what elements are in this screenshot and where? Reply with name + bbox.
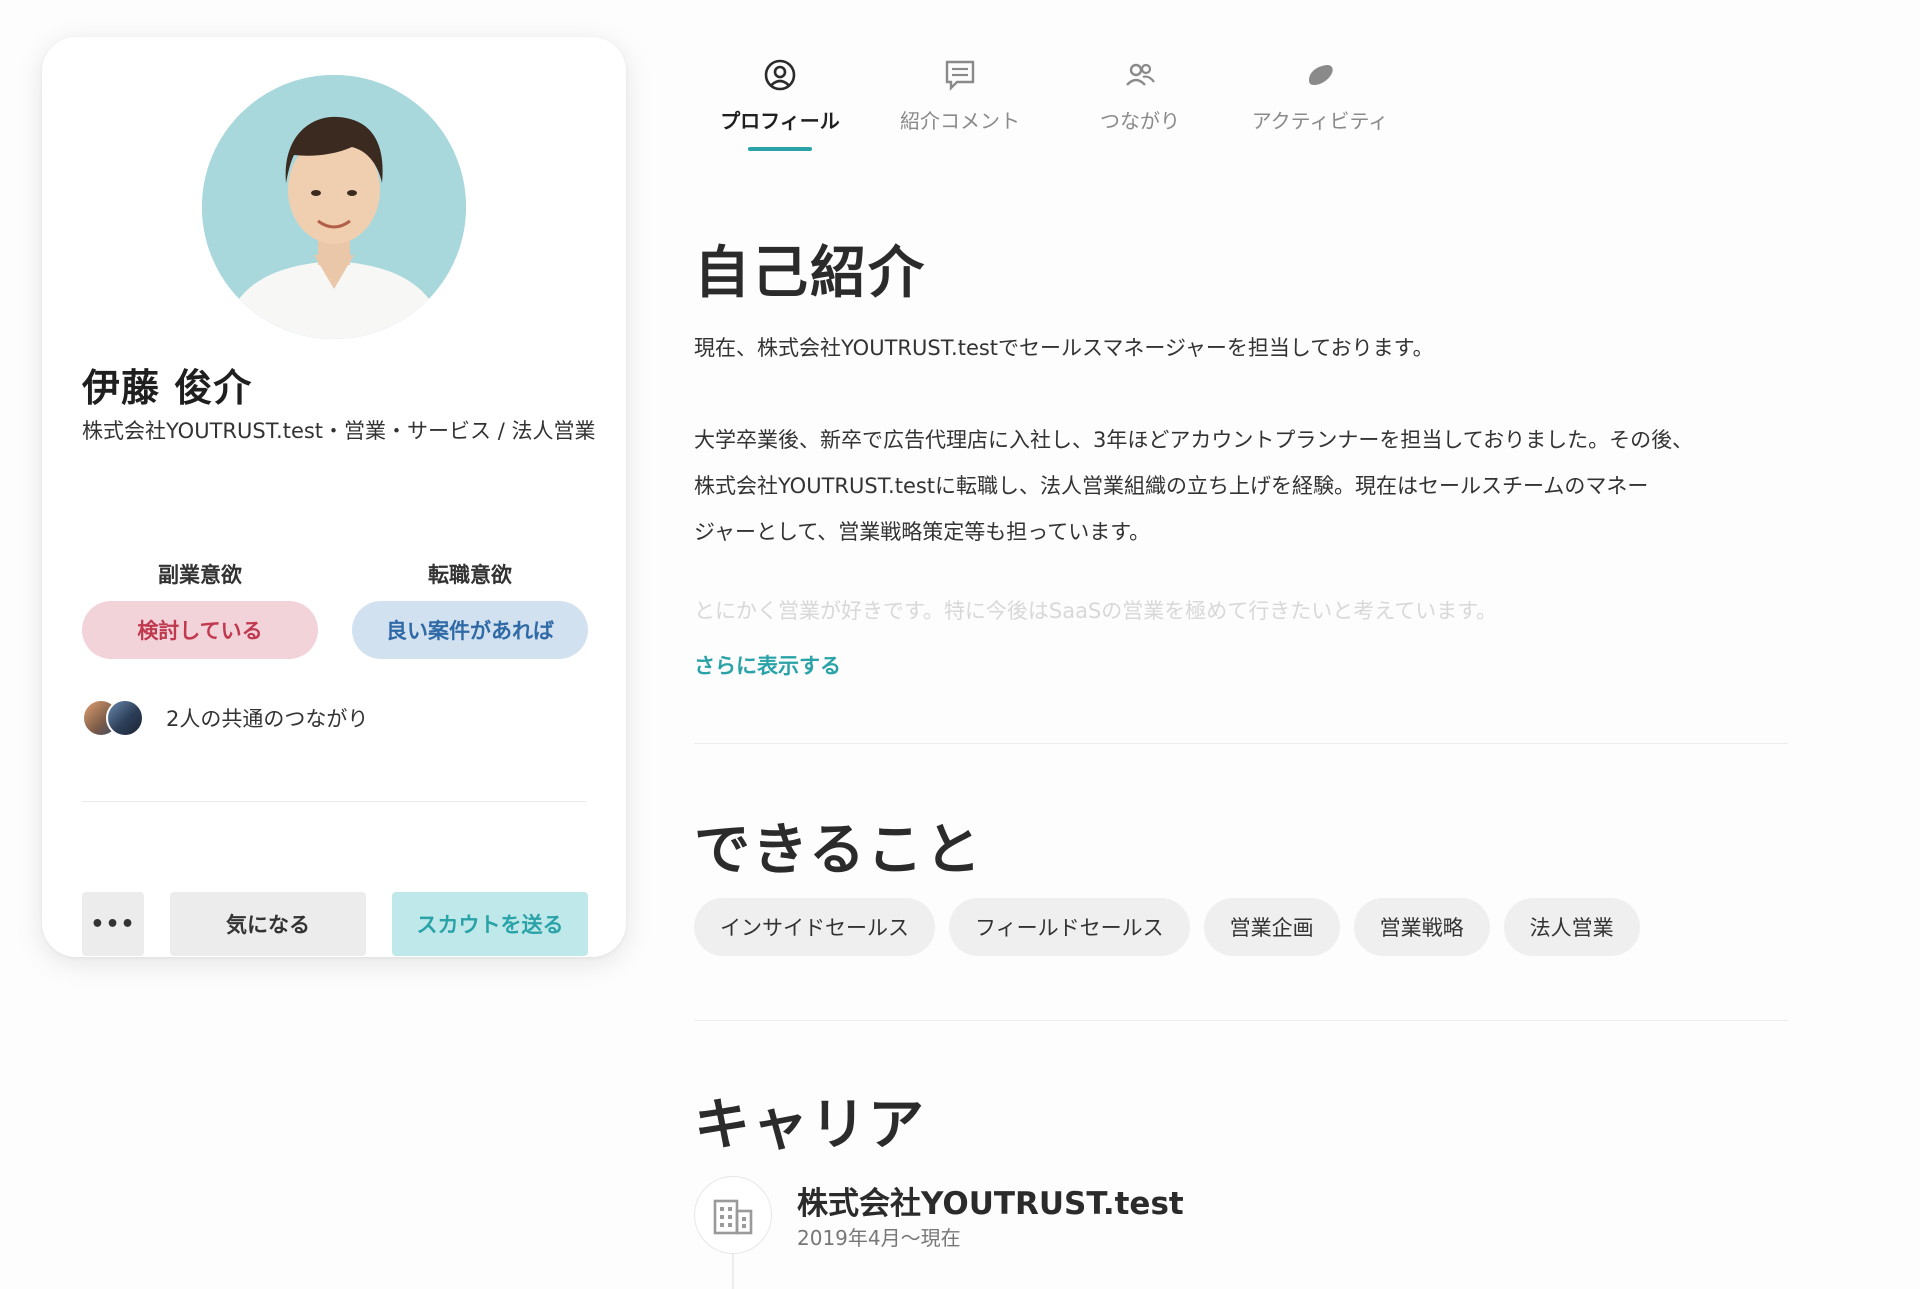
more-options-button[interactable]: ••• <box>82 892 144 956</box>
skill-tag[interactable]: 法人営業 <box>1503 898 1640 956</box>
show-more-link[interactable]: さらに表示する <box>694 650 841 680</box>
tab-activity[interactable]: アクティビティ <box>1230 55 1410 134</box>
about-line: 株式会社YOUTRUST.testに転職し、法人営業組織の立ち上げを経験。現在は… <box>694 474 1649 498</box>
profile-headline: 株式会社YOUTRUST.test・営業・サービス / 法人営業 <box>82 419 596 443</box>
skill-tag[interactable]: 営業企画 <box>1203 898 1340 956</box>
career-period: 2019年4月〜現在 <box>797 1226 961 1250</box>
about-title: 自己紹介 <box>694 241 926 306</box>
tab-label: つながり <box>1100 109 1180 133</box>
profile-name: 伊藤 俊介 <box>82 366 253 410</box>
tab-connections[interactable]: つながり <box>1060 55 1220 134</box>
active-tab-indicator <box>748 147 812 151</box>
job-change-intent-label: 転職意欲 <box>428 563 512 587</box>
job-change-intent-badge: 良い案件があれば <box>352 601 588 659</box>
mutual-connections-text: 2人の共通のつながり <box>166 707 369 731</box>
comment-icon <box>870 55 1050 95</box>
section-divider <box>694 743 1788 744</box>
tab-label: 紹介コメント <box>900 109 1020 133</box>
skills-list: インサイドセールス フィールドセールス 営業企画 営業戦略 法人営業 <box>694 898 1640 956</box>
profile-page: 伊藤 俊介 株式会社YOUTRUST.test・営業・サービス / 法人営業 副… <box>0 0 1920 1289</box>
send-scout-button[interactable]: スカウトを送る <box>392 892 588 956</box>
about-faded-line: とにかく営業が好きです。特に今後はSaaSの営業を極めて行きたいと考えています。 <box>694 599 1498 620</box>
skills-title: できること <box>694 818 983 883</box>
side-job-intent-label: 副業意欲 <box>158 563 242 587</box>
tab-referral-comments[interactable]: 紹介コメント <box>870 55 1050 134</box>
about-line: 大学卒業後、新卒で広告代理店に入社し、3年ほどアカウントプランナーを担当しており… <box>694 428 1694 452</box>
tab-profile[interactable]: プロフィール <box>700 55 860 151</box>
building-icon <box>694 1176 772 1254</box>
tab-label: アクティビティ <box>1251 109 1389 133</box>
section-divider <box>694 1020 1788 1021</box>
profile-card: 伊藤 俊介 株式会社YOUTRUST.test・営業・サービス / 法人営業 副… <box>42 37 626 957</box>
career-timeline-line <box>732 1254 734 1289</box>
activity-icon <box>1230 55 1410 95</box>
interested-button[interactable]: 気になる <box>170 892 366 956</box>
card-divider <box>82 801 586 802</box>
mutual-avatar <box>106 699 144 737</box>
about-line: ジャーとして、営業戦略策定等も担っています。 <box>694 520 1151 544</box>
skill-tag[interactable]: フィールドセールス <box>949 898 1190 956</box>
mutual-connections-link[interactable]: 2人の共通のつながり <box>82 699 368 737</box>
tab-label: プロフィール <box>720 109 840 133</box>
about-line: 現在、株式会社YOUTRUST.testでセールスマネージャーを担当しております… <box>694 336 1434 360</box>
side-job-intent-badge: 検討している <box>82 601 318 659</box>
profile-icon <box>700 55 860 95</box>
people-icon <box>1060 55 1220 95</box>
career-company-name[interactable]: 株式会社YOUTRUST.test <box>797 1178 1184 1223</box>
about-text: 現在、株式会社YOUTRUST.testでセールスマネージャーを担当しております… <box>694 325 1794 555</box>
profile-avatar <box>202 75 466 339</box>
skill-tag[interactable]: インサイドセールス <box>694 898 935 956</box>
skill-tag[interactable]: 営業戦略 <box>1353 898 1490 956</box>
mutual-avatars <box>82 699 148 737</box>
career-title: キャリア <box>694 1093 926 1158</box>
